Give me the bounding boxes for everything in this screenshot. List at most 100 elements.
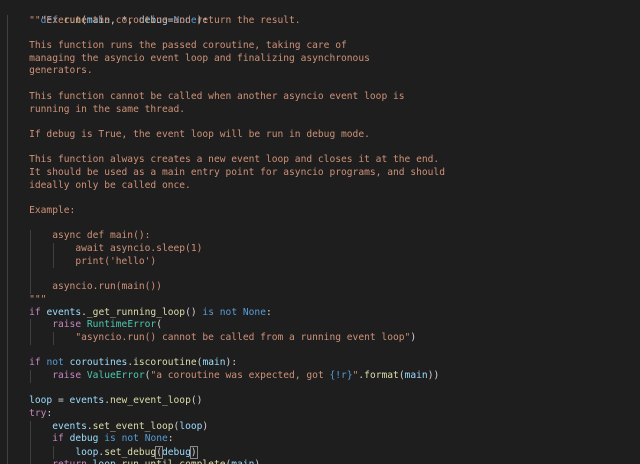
docstring-line: This function always creates a new event… — [6, 154, 439, 165]
docstring-text: running in the same thread. — [29, 103, 186, 115]
docstring-text: """ — [29, 293, 47, 305]
function-run-until-complete: run_until_complete — [122, 459, 226, 464]
docstring-line: async def main(): — [6, 230, 150, 241]
docstring-text: ideally only be called once. — [29, 179, 191, 191]
code-line[interactable]: events.set_event_loop(loop) — [6, 420, 640, 434]
string-literal: "asyncio.run() cannot be called from a r… — [75, 331, 411, 343]
docstring-line: await asyncio.sleep(1) — [6, 243, 202, 254]
docstring-line: If debug is True, the event loop will be… — [6, 129, 370, 140]
code-line[interactable]: raise ValueError("a coroutine was expect… — [6, 369, 640, 383]
docstring-text: This function always creates a new event… — [29, 154, 440, 166]
code-line[interactable] — [6, 382, 640, 396]
function-get-running-loop: _get_running_loop — [86, 306, 186, 318]
keyword-raise: raise — [52, 369, 82, 381]
code-line[interactable]: managing the asyncio event loop and fina… — [6, 52, 640, 66]
code-line[interactable] — [6, 27, 640, 41]
code-line[interactable] — [6, 141, 640, 155]
docstring-line: It should be used as a main entry point … — [6, 167, 445, 178]
keyword-try: try — [29, 408, 47, 419]
code-editor[interactable]: def run(main, *, debug=None): """Execute… — [0, 0, 640, 464]
none-literal: None — [242, 306, 266, 318]
module-events: events — [69, 395, 105, 407]
code-content: if not coroutines.iscoroutine(main): — [29, 357, 238, 369]
param-debug: debug — [69, 433, 99, 445]
variable-loop: loop — [75, 447, 99, 459]
docstring-line: running in the same thread. — [6, 104, 185, 115]
keyword-not: not — [46, 357, 64, 369]
param-main: main — [404, 369, 428, 381]
code-line[interactable]: try: — [6, 408, 640, 421]
code-line[interactable]: This function cannot be called when anot… — [6, 90, 640, 104]
code-line[interactable]: loop = events.new_event_loop() — [6, 395, 640, 408]
module-events: events — [52, 420, 87, 432]
code-content: loop.set_debug(debug) — [75, 446, 198, 460]
docstring-text: It should be used as a main entry point … — [29, 166, 445, 178]
code-line[interactable] — [6, 78, 640, 91]
code-line[interactable]: Example: — [6, 205, 640, 218]
docstring-text: If debug is True, the event loop will be… — [29, 128, 370, 140]
code-line[interactable]: ideally only be called once. — [6, 179, 640, 193]
code-line[interactable]: generators. — [6, 65, 640, 79]
code-line[interactable]: raise RuntimeError( — [6, 319, 640, 332]
code-line[interactable]: if not coroutines.iscoroutine(main): — [6, 357, 640, 370]
code-content: if events._get_running_loop() is not Non… — [29, 306, 272, 318]
keyword-not: not — [121, 433, 139, 445]
string-literal: " — [352, 369, 359, 381]
docstring-line — [6, 192, 29, 203]
code-line[interactable]: If debug is True, the event loop will be… — [6, 128, 640, 142]
param-debug: debug — [161, 447, 191, 459]
code-line[interactable]: async def main(): — [6, 230, 640, 244]
code-line[interactable]: def run(main, *, debug=None): — [6, 2, 640, 26]
code-line[interactable] — [6, 192, 640, 205]
docstring-line: This function cannot be called when anot… — [6, 90, 405, 102]
indent-guide — [7, 344, 8, 358]
docstring-line — [6, 218, 29, 229]
text-cursor — [196, 446, 198, 459]
function-iscoroutine: iscoroutine — [133, 357, 197, 369]
code-line[interactable] — [6, 268, 640, 282]
param-main: main — [231, 459, 254, 464]
code-line[interactable] — [6, 344, 640, 358]
none-literal: None — [144, 433, 168, 445]
code-line[interactable]: "asyncio.run() cannot be called from a r… — [6, 331, 640, 345]
code-line[interactable]: await asyncio.sleep(1) — [6, 243, 640, 256]
code-line[interactable]: It should be used as a main entry point … — [6, 166, 640, 180]
code-content: loop = events.new_event_loop() — [29, 395, 203, 407]
docstring-line — [6, 268, 29, 279]
keyword-is: is — [104, 433, 116, 445]
code-area[interactable]: def run(main, *, debug=None): """Execute… — [6, 2, 640, 464]
code-line[interactable]: running in the same thread. — [6, 103, 640, 117]
code-line[interactable]: """Execute the coroutine and return the … — [6, 14, 640, 28]
docstring-line: ideally only be called once. — [6, 180, 191, 191]
docstring-text: Example: — [29, 205, 76, 216]
docstring-text: """Execute the coroutine and return the … — [29, 14, 301, 26]
code-content: if debug is not None: — [52, 433, 174, 445]
keyword-return: return — [52, 459, 87, 464]
code-line[interactable]: """ — [6, 293, 640, 307]
docstring-line: """Execute the coroutine and return the … — [6, 14, 301, 26]
keyword-if: if — [29, 306, 41, 318]
code-line[interactable]: This function always creates a new event… — [6, 154, 640, 167]
code-line[interactable]: print('hello') — [6, 255, 640, 269]
code-line[interactable]: asyncio.run(main()) — [6, 281, 640, 294]
docstring-line: managing the asyncio event loop and fina… — [6, 53, 370, 64]
docstring-line: generators. — [6, 65, 93, 76]
docstring-text: This function cannot be called when anot… — [29, 90, 405, 102]
docstring-text: await asyncio.sleep(1) — [29, 243, 203, 255]
code-line[interactable]: This function runs the passed coroutine,… — [6, 40, 640, 53]
code-line[interactable]: return loop.run_until_complete(main) — [6, 458, 640, 464]
variable-loop: loop — [93, 459, 116, 464]
code-line[interactable] — [6, 116, 640, 129]
docstring-text: managing the asyncio event loop and fina… — [29, 52, 370, 64]
code-line[interactable]: loop.set_debug(debug) — [6, 446, 640, 460]
keyword-if: if — [29, 357, 41, 369]
indent-guide — [30, 268, 31, 282]
code-line[interactable]: if debug is not None: — [6, 433, 640, 447]
docstring-text: async def main(): — [29, 230, 151, 242]
docstring-line: asyncio.run(main()) — [6, 281, 162, 292]
class-runtime-error: RuntimeError — [86, 319, 157, 331]
code-line[interactable]: if events._get_running_loop() is not Non… — [6, 306, 640, 320]
keyword-raise: raise — [52, 319, 82, 331]
docstring-line: print('hello') — [6, 256, 156, 267]
code-line[interactable] — [6, 217, 640, 231]
